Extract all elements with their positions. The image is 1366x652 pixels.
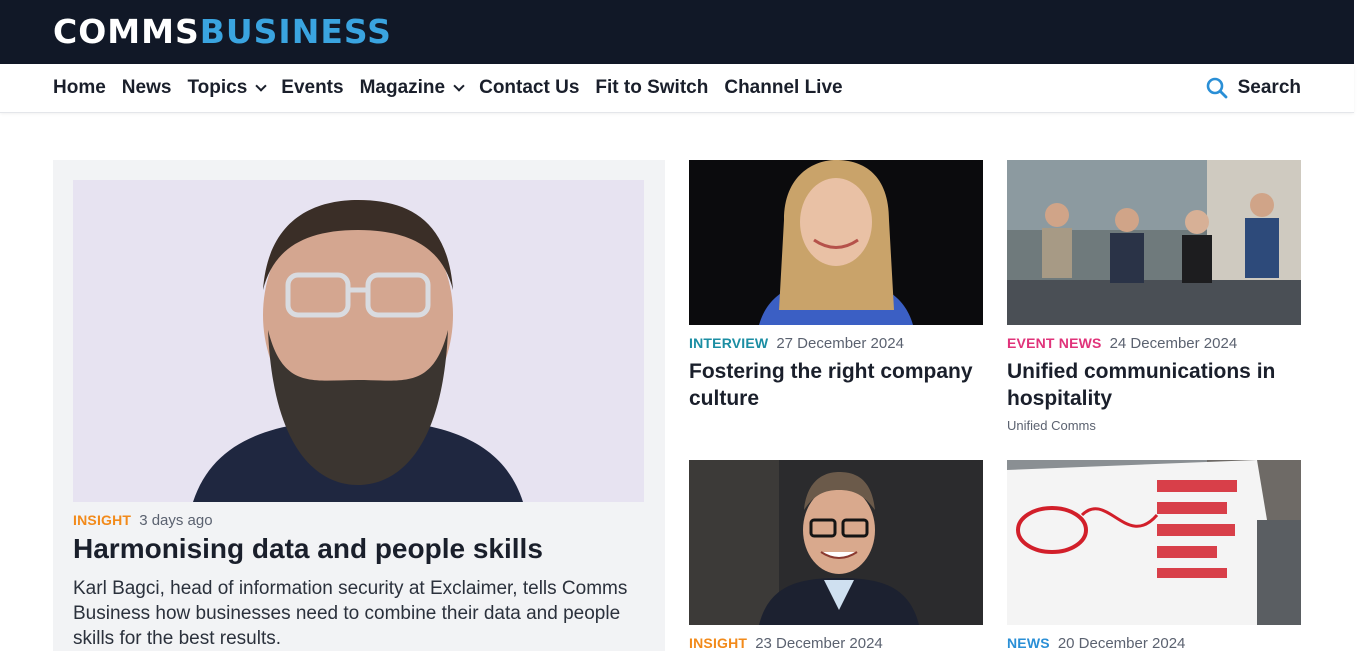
article-card-meta: INTERVIEW 27 December 2024 (689, 335, 983, 352)
nav-item-contact-us[interactable]: Contact Us (479, 77, 579, 99)
article-card-image[interactable] (1007, 460, 1301, 625)
magnifier-icon (1206, 77, 1228, 99)
featured-article[interactable]: INSIGHT 3 days ago Harmonising data and … (53, 160, 665, 651)
portrait-photo (73, 180, 644, 502)
nav-item-label: Channel Live (724, 77, 843, 98)
category-label[interactable]: INSIGHT (689, 635, 747, 651)
main-navigation: Home News Topics Events Magazine Contact… (0, 64, 1354, 113)
publish-date: 24 December 2024 (1109, 335, 1238, 352)
nav-item-label: News (121, 77, 172, 98)
nav-item-label: Topics (187, 77, 248, 98)
portrait-photo (689, 160, 983, 325)
publish-date: 3 days ago (139, 512, 213, 529)
category-label[interactable]: INSIGHT (73, 512, 131, 528)
category-label[interactable]: NEWS (1007, 635, 1050, 651)
nav-item-label: Home (53, 77, 106, 98)
nav-item-label: Contact Us (479, 77, 580, 98)
nav-item-label: Fit to Switch (595, 77, 709, 98)
logo-part-comms: COMMS (53, 12, 200, 51)
nav-item-channel-live[interactable]: Channel Live (724, 77, 842, 99)
article-card[interactable]: INSIGHT 23 December 2024 (689, 460, 983, 652)
category-label[interactable]: EVENT NEWS (1007, 335, 1102, 351)
featured-article-meta: INSIGHT 3 days ago (73, 512, 213, 529)
publish-date: 27 December 2024 (776, 335, 904, 352)
publish-date: 23 December 2024 (755, 635, 883, 652)
featured-article-title[interactable]: Harmonising data and people skills (73, 532, 543, 566)
topic-tag[interactable]: Unified Comms (1007, 418, 1301, 433)
article-card-title[interactable]: Fostering the right company culture (689, 358, 983, 412)
panel-photo (1007, 160, 1301, 325)
nav-item-events[interactable]: Events (281, 77, 343, 99)
search-button[interactable]: Search (1206, 64, 1301, 112)
logo-part-business: BUSINESS (199, 12, 392, 51)
nav-item-home[interactable]: Home (53, 77, 106, 99)
nav-item-topics[interactable]: Topics (187, 77, 267, 99)
publish-date: 20 December 2024 (1057, 635, 1186, 652)
article-card-title[interactable]: Unified communications in hospitality (1007, 358, 1301, 412)
site-header: COMMSBUSINESS (0, 0, 1354, 64)
featured-article-image[interactable] (73, 180, 644, 502)
article-card-meta: EVENT NEWS 24 December 2024 (1007, 335, 1301, 352)
article-card-image[interactable] (1007, 160, 1301, 325)
nav-item-label: Magazine (359, 77, 446, 98)
article-card-image[interactable] (689, 160, 983, 325)
nav-item-magazine[interactable]: Magazine (359, 77, 465, 99)
chevron-down-icon (453, 80, 465, 92)
portrait-photo (689, 460, 983, 625)
nav-item-fit-to-switch[interactable]: Fit to Switch (595, 77, 708, 99)
featured-article-excerpt: Karl Bagci, head of information security… (73, 578, 628, 649)
article-card-meta: INSIGHT 23 December 2024 (689, 635, 983, 652)
article-card-meta: NEWS 20 December 2024 (1007, 635, 1301, 652)
article-card-image[interactable] (689, 460, 983, 625)
category-label[interactable]: INTERVIEW (689, 335, 768, 351)
site-logo[interactable]: COMMSBUSINESS (53, 14, 392, 50)
search-label: Search (1237, 77, 1301, 98)
chevron-down-icon (255, 80, 267, 92)
article-card[interactable]: INTERVIEW 27 December 2024 Fostering the… (689, 160, 983, 412)
van-photo (1007, 460, 1301, 625)
article-card[interactable]: NEWS 20 December 2024 (1007, 460, 1301, 652)
nav-item-news[interactable]: News (122, 77, 172, 99)
nav-menu: Home News Topics Events Magazine Contact… (53, 64, 843, 112)
nav-item-label: Events (281, 77, 344, 98)
article-card[interactable]: EVENT NEWS 24 December 2024 Unified comm… (1007, 160, 1301, 433)
